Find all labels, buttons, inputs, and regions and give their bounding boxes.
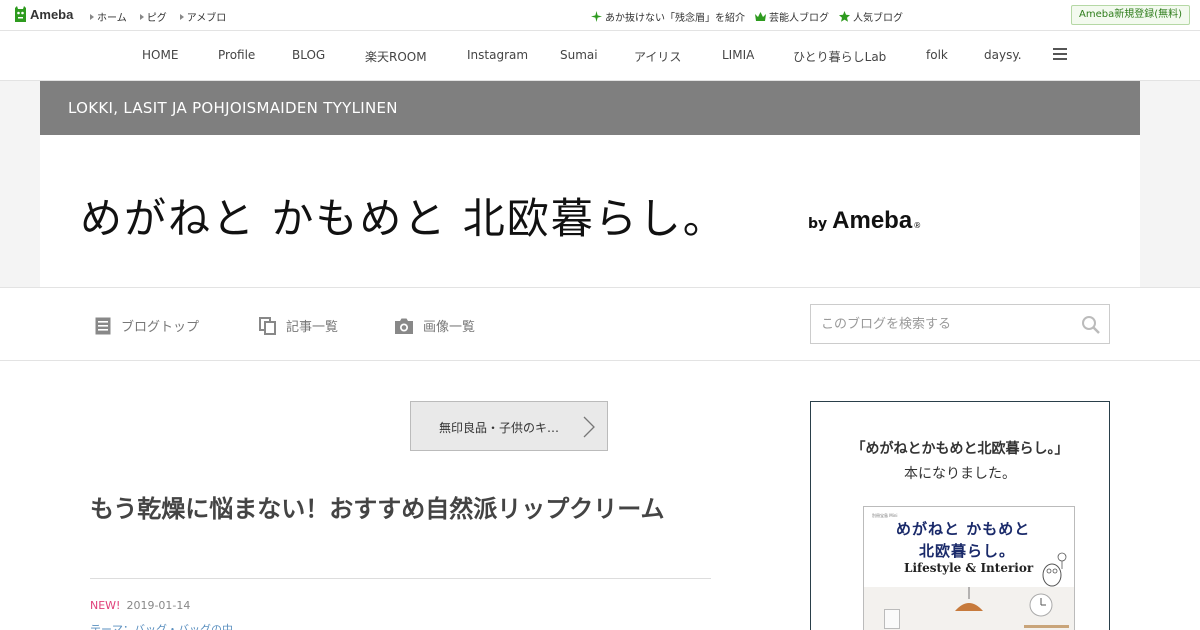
hamburger-menu-icon[interactable] [1053, 48, 1067, 60]
book-series-label: 別冊宝島 Mini [872, 513, 898, 518]
book-promo-widget: 「めがねとかもめと北欧暮らし。」 本になりました。 別冊宝島 Mini めがねと… [810, 401, 1110, 630]
celebrity-blog-link[interactable]: 芸能人ブログ [755, 9, 829, 24]
article-date: 2019-01-14 [126, 599, 191, 612]
ameba-logo-text: Ameba [30, 7, 74, 22]
blog-search [810, 304, 1110, 344]
book-cover-image[interactable]: 別冊宝島 Mini めがねと かもめと 北欧暮らし。 Lifestyle & I… [863, 506, 1075, 630]
by-label: by [808, 216, 828, 232]
nav-item-limia[interactable]: LIMIA [722, 48, 754, 62]
camera-icon [395, 318, 413, 334]
pendant-lamp-icon [955, 587, 983, 611]
header-strip: LOKKI, LASIT JA POHJOISMAIDEN TYYLINEN [40, 81, 1140, 135]
triangle-right-icon [90, 13, 94, 20]
top-link-pigg[interactable]: ピグ [139, 9, 167, 24]
article-title[interactable]: もう乾燥に悩まない！おすすめ自然派リップクリーム [90, 490, 710, 528]
chevron-right-icon [583, 416, 595, 438]
wall-clock-icon [1029, 593, 1053, 617]
previous-article-button[interactable]: 無印良品・子供のキ… [410, 401, 608, 451]
blog-title[interactable]: めがねと かもめと 北欧暮らし。 [80, 185, 727, 246]
ameba-logo-icon [15, 6, 26, 22]
owl-illustration-icon [1042, 552, 1067, 587]
nav-item-blog[interactable]: BLOG [292, 48, 325, 62]
registered-mark: ® [913, 221, 922, 230]
top-right-links: あか抜けない「残念眉」を紹介 芸能人ブログ 人気ブログ [581, 9, 903, 24]
nav-item-sumai[interactable]: Sumai [560, 48, 598, 62]
previous-article-label: 無印良品・子供のキ… [439, 421, 560, 435]
nav-item-daysy[interactable]: daysy. [984, 48, 1022, 62]
search-icon[interactable] [1081, 315, 1101, 335]
promo-link[interactable]: あか抜けない「残念眉」を紹介 [591, 9, 745, 24]
subnav-image-list[interactable]: 画像一覧 [395, 316, 475, 335]
document-icon [95, 317, 111, 334]
crown-icon [755, 11, 766, 21]
article-theme-link[interactable]: テーマ：バッグ・バッグの中 [90, 621, 233, 630]
top-link-ameblo[interactable]: アメブロ [179, 9, 226, 24]
book-promo-line1: 「めがねとかもめと北欧暮らし。」 [851, 441, 1069, 457]
book-cover-photo [864, 587, 1074, 630]
header-subtitle: LOKKI, LASIT JA POHJOISMAIDEN TYYLINEN [68, 99, 398, 117]
blog-sub-nav: ブログトップ 記事一覧 画像一覧 [0, 287, 1200, 361]
top-link-home[interactable]: ホーム [90, 9, 127, 24]
nav-item-hitorigurashi-lab[interactable]: ひとり暮らしLab [793, 48, 886, 65]
book-title-line3: Lifestyle & Interior [904, 561, 1034, 575]
triangle-right-icon [179, 13, 184, 20]
book-title-line1: めがねと かもめと [896, 520, 1031, 538]
sparkle-icon [591, 11, 602, 22]
book-promo-line2: 本になりました。 [904, 466, 1016, 482]
subnav-blog-top[interactable]: ブログトップ [95, 316, 199, 335]
nav-item-profile[interactable]: Profile [218, 48, 255, 62]
ameba-logo[interactable]: Ameba [13, 6, 73, 23]
nav-item-iris[interactable]: アイリス [634, 48, 681, 65]
subnav-article-list[interactable]: 記事一覧 [259, 316, 338, 335]
main-nav: HOME Profile BLOG 楽天ROOM Instagram Sumai… [0, 31, 1200, 81]
ameba-brand: Ameba [832, 207, 913, 234]
nav-item-folk[interactable]: folk [926, 48, 948, 62]
new-badge: NEW! [90, 599, 121, 612]
book-title-line2: 北欧暮らし。 [919, 542, 1016, 560]
triangle-right-icon [139, 13, 144, 20]
blog-header: LOKKI, LASIT JA POHJOISMAIDEN TYYLINEN め… [40, 81, 1140, 287]
signup-button[interactable]: Ameba新規登録(無料) [1070, 5, 1190, 25]
wall-frame [884, 609, 900, 629]
ameba-top-bar: Ameba ホーム ピグ アメブロ あか抜けない「残念眉」を紹介 芸能人ブログ … [0, 0, 1200, 31]
wall-shelf [1024, 625, 1069, 628]
title-divider [90, 578, 711, 579]
popular-blog-link[interactable]: 人気ブログ [839, 9, 903, 24]
nav-item-rakuten-room[interactable]: 楽天ROOM [365, 48, 427, 65]
by-ameba-logo: by Ameba ® [808, 207, 921, 235]
top-links: ホーム ピグ アメブロ [90, 9, 239, 24]
copy-icon [259, 316, 276, 335]
star-icon [839, 11, 850, 22]
nav-item-home[interactable]: HOME [142, 48, 178, 62]
article-meta: NEW! 2019-01-14 [90, 599, 190, 612]
nav-item-instagram[interactable]: Instagram [467, 48, 528, 62]
search-input[interactable] [811, 305, 1071, 343]
